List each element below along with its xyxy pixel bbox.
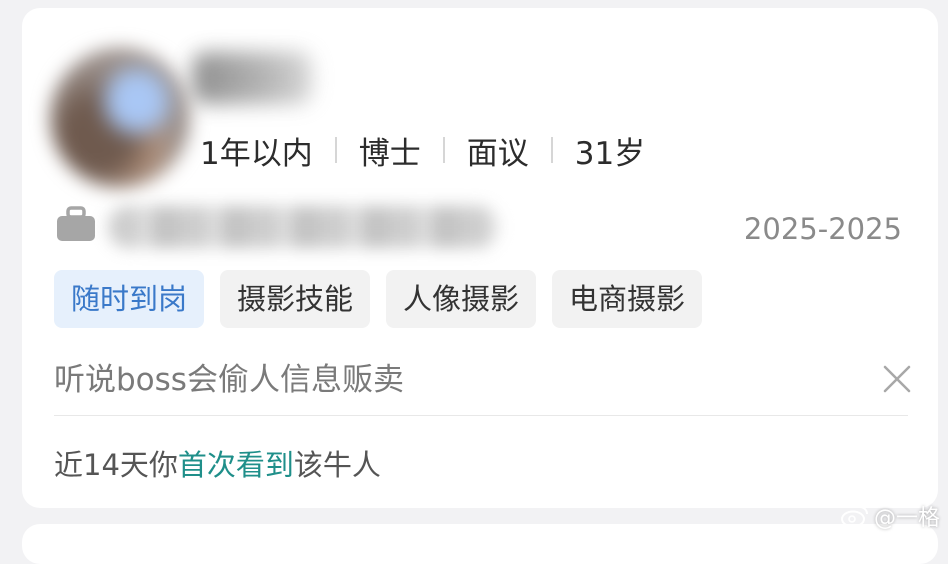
candidate-name-blurred: [192, 52, 312, 104]
tag-ecommerce-photography: 电商摄影: [552, 270, 703, 328]
view-history-suffix: 该牛人: [293, 448, 381, 482]
weibo-icon: [840, 506, 868, 528]
meta-salary: 面议: [466, 135, 529, 172]
watermark: @一格: [840, 500, 940, 532]
divider: [54, 415, 908, 416]
briefcase-icon: [57, 206, 95, 241]
meta-degree: 博士: [358, 135, 421, 172]
avatar[interactable]: [50, 48, 190, 188]
meta-divider: [334, 137, 337, 163]
meta-experience: 1年以内: [200, 135, 313, 172]
tag-list: 随时到岗 摄影技能 人像摄影 电商摄影: [54, 270, 718, 328]
view-history: 近14天你首次看到该牛人: [54, 442, 381, 484]
tag-photography-skill: 摄影技能: [220, 270, 371, 328]
view-history-highlight: 首次看到: [177, 448, 294, 482]
close-icon[interactable]: [880, 362, 914, 396]
tag-portrait-photography: 人像摄影: [386, 270, 537, 328]
view-history-prefix: 近14天你: [54, 448, 178, 482]
meta-divider: [550, 137, 553, 163]
experience-years: 2025-2025: [743, 212, 902, 246]
candidate-remark: 听说boss会偷人信息贩卖: [54, 362, 404, 398]
tag-available: 随时到岗: [54, 270, 205, 328]
meta-age: 31岁: [574, 135, 646, 172]
candidate-meta: 1年以内 博士 面议 31岁: [200, 128, 645, 172]
next-candidate-card[interactable]: [22, 524, 938, 564]
company-blurred: [108, 206, 498, 248]
meta-divider: [442, 137, 445, 163]
watermark-text: @一格: [873, 506, 940, 531]
candidate-card[interactable]: 1年以内 博士 面议 31岁 2025-2025 随时到岗 摄影技能 人像摄影 …: [22, 8, 938, 508]
